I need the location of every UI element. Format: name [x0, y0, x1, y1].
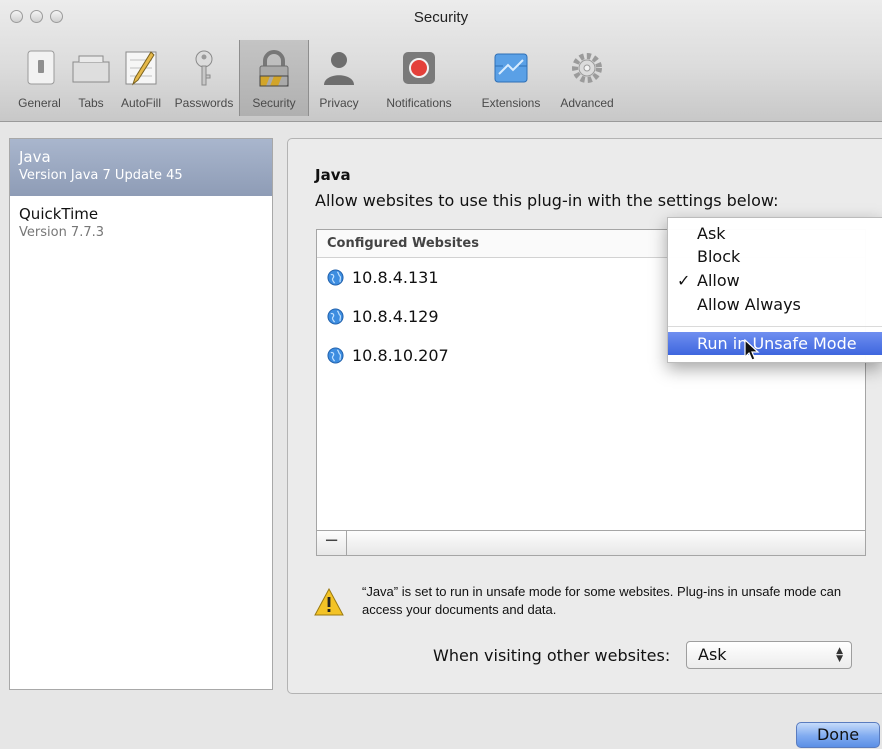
menu-item-run-unsafe[interactable]: Run in Unsafe Mode [668, 332, 882, 355]
preferences-toolbar: General Tabs AutoFill Passwords Security… [10, 40, 621, 116]
unsafe-mode-warning: “Java” is set to run in unsafe mode for … [362, 584, 842, 617]
tab-tabs[interactable]: Tabs [69, 40, 113, 116]
person-icon [324, 52, 354, 85]
menu-item-block[interactable]: Block [668, 245, 882, 268]
mouse-cursor-icon [744, 339, 760, 361]
tab-security[interactable]: Security [239, 40, 309, 116]
plugin-item-quicktime[interactable]: QuickTime Version 7.7.3 [10, 196, 272, 253]
globe-icon [327, 308, 344, 325]
tab-advanced[interactable]: Advanced [553, 40, 621, 116]
gear-icon [572, 53, 602, 83]
notification-icon [403, 52, 435, 84]
menu-item-allow[interactable]: ✓ Allow [668, 269, 882, 292]
website-host: 10.8.10.207 [352, 346, 449, 365]
plugin-version: Version 7.7.3 [19, 225, 105, 240]
tab-general[interactable]: General [10, 40, 69, 116]
tab-extensions[interactable]: Extensions [469, 40, 553, 116]
table-footer: − [316, 531, 866, 556]
puzzle-icon [494, 53, 528, 83]
pencil-icon [125, 51, 157, 86]
globe-icon [327, 347, 344, 364]
lock-icon [259, 50, 289, 87]
plugin-name: Java [19, 148, 51, 166]
title-bar: Security General Tabs AutoFill Passwords… [0, 0, 882, 122]
plugin-name: QuickTime [19, 205, 99, 223]
menu-separator [668, 326, 882, 327]
switch-icon [27, 50, 54, 85]
menu-item-ask[interactable]: Ask [668, 222, 882, 245]
select-value: Ask [698, 645, 727, 664]
website-host: 10.8.4.129 [352, 307, 439, 326]
other-websites-label: When visiting other websites: [433, 646, 671, 665]
window-title: Security [413, 9, 469, 26]
plugin-list[interactable]: Java Version Java 7 Update 45 QuickTime … [9, 138, 273, 690]
plugin-title: Java [315, 166, 351, 184]
checkmark-icon: ✓ [677, 271, 691, 290]
select-arrows-icon: ▲ ▼ [836, 646, 843, 664]
done-button[interactable]: Done [796, 722, 880, 748]
plugin-item-java[interactable]: Java Version Java 7 Update 45 [10, 139, 272, 196]
tab-privacy[interactable]: Privacy [309, 40, 369, 116]
remove-website-button[interactable]: − [317, 531, 347, 555]
other-websites-select[interactable]: Ask ▲ ▼ [686, 641, 852, 669]
permission-popup-menu[interactable]: Ask Block ✓ Allow Allow Always Run in Un… [667, 217, 882, 363]
plugin-description: Allow websites to use this plug-in with … [315, 191, 779, 210]
menu-item-allow-always[interactable]: Allow Always [668, 293, 882, 316]
warning-icon [314, 588, 344, 616]
plugin-version: Version Java 7 Update 45 [19, 168, 183, 183]
key-icon [195, 50, 213, 86]
tab-passwords[interactable]: Passwords [169, 40, 239, 116]
website-host: 10.8.4.131 [352, 268, 439, 287]
tabs-icon [72, 55, 110, 83]
tab-autofill[interactable]: AutoFill [113, 40, 169, 116]
tab-notifications[interactable]: Notifications [369, 40, 469, 116]
globe-icon [327, 269, 344, 286]
